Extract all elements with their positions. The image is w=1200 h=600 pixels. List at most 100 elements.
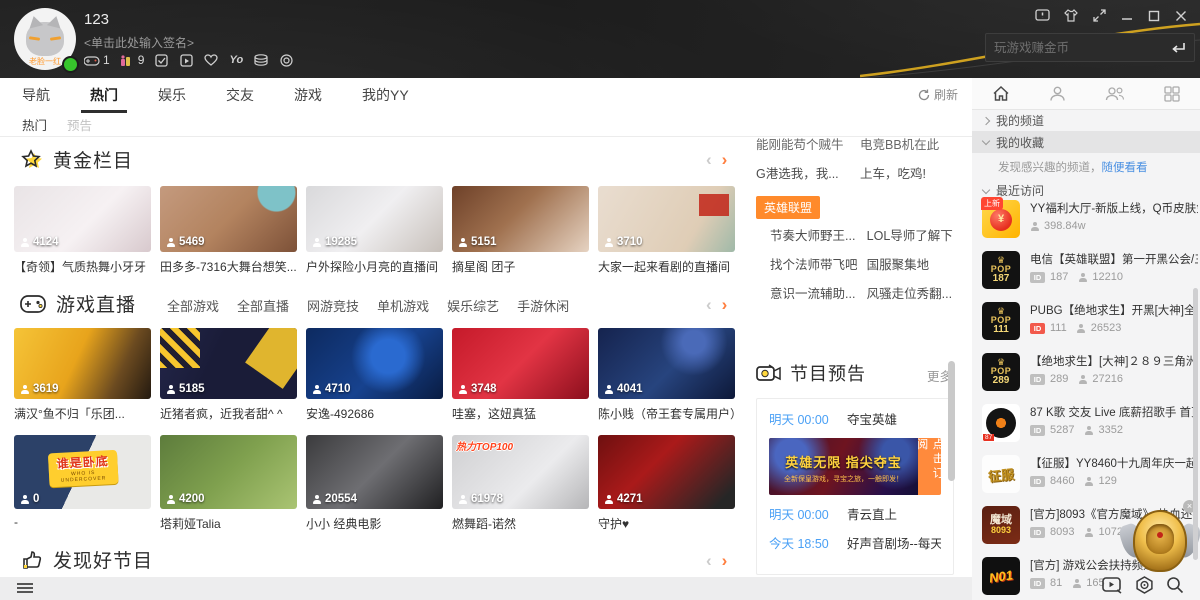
target-circle-icon[interactable] <box>278 53 294 67</box>
game-tab-all-live[interactable]: 全部直播 <box>237 296 289 315</box>
tab-contacts[interactable] <box>1029 78 1086 109</box>
topic-item[interactable]: 找个法师带飞吧 <box>770 251 867 280</box>
next-arrow-icon[interactable]: › <box>722 552 728 569</box>
browse-link[interactable]: 随便看看 <box>1102 162 1148 174</box>
live-card[interactable]: 19285 户外探险小月亮的直播间 <box>306 186 443 275</box>
preview-item[interactable]: 明天 00:00 夺宝英雄 <box>769 410 941 430</box>
preview-item[interactable]: 明天 00:00 青云直上 <box>769 505 941 525</box>
prev-arrow-icon[interactable]: ‹ <box>706 552 712 569</box>
game-controller-icon[interactable] <box>84 53 100 67</box>
subtab-hot[interactable]: 热门 <box>22 115 47 134</box>
next-arrow-icon[interactable]: › <box>722 151 728 168</box>
topic-item[interactable]: 上车，吃鸡! <box>860 160 954 189</box>
hot-topics-widget: 能刚能苟个贼牛 电竞BB机在此 G港选我，我... 上车，吃鸡! 英雄联盟 节奏… <box>756 138 954 314</box>
section-my-channels[interactable]: 我的频道 <box>972 110 1200 131</box>
sidebar-scrollbar-thumb[interactable] <box>1193 288 1198 560</box>
topic-item[interactable]: 能刚能苟个贼牛 <box>756 138 860 160</box>
section-my-favorites[interactable]: 我的收藏 <box>972 131 1200 153</box>
live-card[interactable]: 5185 近猪者疯，近我者甜^ ^ <box>160 328 297 422</box>
topic-item[interactable]: LOL导师了解下 <box>867 222 954 251</box>
live-card[interactable]: 5151 摘星阁 团子 <box>452 186 589 275</box>
signature-input[interactable]: <单击此处输入签名> <box>84 34 194 51</box>
tab-friends[interactable]: 交友 <box>226 85 254 105</box>
channel-item[interactable]: 上新 ¥ YY福利大厅-新版上线，Q币皮肤免费领 398.84w <box>982 198 1197 244</box>
refresh-icon <box>918 89 930 101</box>
tab-navigation[interactable]: 导航 <box>22 85 50 105</box>
preview-item[interactable]: 今天 18:50 好声音剧场--每天24小... <box>769 534 941 554</box>
live-title: 陈小贱（帝王套专属用户） <box>598 405 735 422</box>
channel-item[interactable]: 87 87 K歌 交友 Live 底薪招歌手 首页排行 ID5287 3352 <box>982 402 1197 448</box>
channel-item[interactable]: ♛POP111 PUBG【绝地求生】开黑[大神]全网第一 ID111 26523 <box>982 300 1197 346</box>
person-icon <box>604 495 613 504</box>
game-tab-variety[interactable]: 娱乐综艺 <box>447 296 499 315</box>
heart-icon[interactable] <box>203 53 219 67</box>
game-category-tag[interactable]: 英雄联盟 <box>756 196 820 219</box>
topic-item[interactable]: G港选我，我... <box>756 160 860 189</box>
tab-apps-grid[interactable] <box>1143 78 1200 109</box>
channel-item[interactable]: ♛POP187 电信【英雄联盟】第一开黑公会/三角洲 ID187 12210 <box>982 249 1197 295</box>
main-scrollbar-thumb[interactable] <box>948 361 955 481</box>
search-icon[interactable] <box>1166 576 1184 594</box>
tab-hot[interactable]: 热门 <box>90 85 118 105</box>
tab-entertainment[interactable]: 娱乐 <box>158 85 186 105</box>
live-card[interactable]: 热力TOP100 61978 燃舞蹈-诺然 <box>452 435 589 532</box>
live-card[interactable]: 5469 田多多-7316大舞台想笑... <box>160 186 297 275</box>
discover-target-icon[interactable] <box>1135 576 1154 594</box>
refresh-button[interactable]: 刷新 <box>918 86 958 103</box>
live-card[interactable]: 20554 小小 经典电影 <box>306 435 443 532</box>
topic-row: 打野带飞全场 我在黑色玫瑰... <box>756 309 954 314</box>
channel-title: 【绝地求生】[大神]２８９三角洲/联盟/ <box>1030 353 1198 369</box>
prev-arrow-icon[interactable]: ‹ <box>706 151 712 168</box>
live-card[interactable]: 3748 哇塞，这妞真猛 <box>452 328 589 422</box>
prev-arrow-icon[interactable]: ‹ <box>706 296 712 313</box>
subtab-preview[interactable]: 预告 <box>67 115 92 134</box>
games-pager: ‹ › <box>706 296 727 313</box>
live-card[interactable]: 4041 陈小贱（帝王套专属用户） <box>598 328 735 422</box>
minimize-button[interactable] <box>1120 9 1134 23</box>
task-check-icon[interactable] <box>153 53 169 67</box>
topic-item[interactable]: 打野带飞全场 <box>770 309 867 314</box>
topic-item[interactable]: 节奏大师野王... <box>770 222 867 251</box>
channel-item[interactable]: 征服 【征服】YY8460十九周年庆一起闯荡19 ID8460 129 <box>982 453 1197 499</box>
coins-icon[interactable] <box>253 53 269 67</box>
menu-icon[interactable] <box>17 583 33 585</box>
subscribe-banner[interactable]: 英雄无限 指尖夺宝 全新保皇游戏，寻宝之旅，一触即发！ 点击订阅 <box>769 438 941 495</box>
skin-theme-icon[interactable] <box>1063 8 1079 23</box>
game-tab-online[interactable]: 网游竞技 <box>307 296 359 315</box>
search-enter-icon[interactable] <box>1170 42 1186 54</box>
person-icon <box>166 385 175 394</box>
tab-games[interactable]: 游戏 <box>294 85 322 105</box>
tab-groups[interactable] <box>1086 78 1143 109</box>
feedback-icon[interactable] <box>1035 8 1050 23</box>
live-card[interactable]: 4124 【奇领】气质热舞小牙牙 <box>14 186 151 275</box>
channel-item[interactable]: ♛POP289 【绝地求生】[大神]２８９三角洲/联盟/ ID289 27216 <box>982 351 1197 397</box>
topic-item[interactable]: 国服聚集地 <box>867 251 954 280</box>
subscribe-button[interactable]: 点击订阅 <box>918 438 941 495</box>
yo-icon[interactable]: Yo <box>228 53 244 67</box>
live-card[interactable]: 4271 守护♥ <box>598 435 735 532</box>
live-card[interactable]: 谁是卧底WHO IS UNDERCOVER 0 - <box>14 435 151 529</box>
topic-item[interactable]: 意识一流辅助... <box>770 280 867 309</box>
game-tab-single[interactable]: 单机游戏 <box>377 296 429 315</box>
game-tab-all-games[interactable]: 全部游戏 <box>167 296 219 315</box>
close-button[interactable] <box>1174 9 1188 23</box>
sub-nav: 热门 预告 <box>0 112 972 137</box>
tab-my-yy[interactable]: 我的YY <box>362 85 409 105</box>
search-input[interactable] <box>986 41 1170 55</box>
tab-home[interactable] <box>972 78 1029 109</box>
live-card[interactable]: 4710 安逸-492686 <box>306 328 443 422</box>
topic-item[interactable]: 我在黑色玫瑰... <box>867 309 954 314</box>
topic-item[interactable]: 电竞BB机在此 <box>860 138 954 160</box>
medal-badge[interactable] <box>1122 506 1198 580</box>
mini-mode-icon[interactable] <box>1092 8 1107 23</box>
game-tab-mobile[interactable]: 手游休闲 <box>517 296 569 315</box>
gift-badge-icon[interactable] <box>119 53 135 67</box>
live-card[interactable]: 3619 满汉°鱼不归「乐团... <box>14 328 151 422</box>
live-card[interactable]: 3710 大家一起来看剧的直播间 <box>598 186 735 275</box>
next-arrow-icon[interactable]: › <box>722 296 728 313</box>
video-channel-icon[interactable] <box>178 53 194 67</box>
video-hall-icon[interactable] <box>1102 577 1123 594</box>
maximize-button[interactable] <box>1147 9 1161 23</box>
live-card[interactable]: 4200 塔莉娅Talia <box>160 435 297 532</box>
topic-item[interactable]: 风骚走位秀翻... <box>867 280 954 309</box>
